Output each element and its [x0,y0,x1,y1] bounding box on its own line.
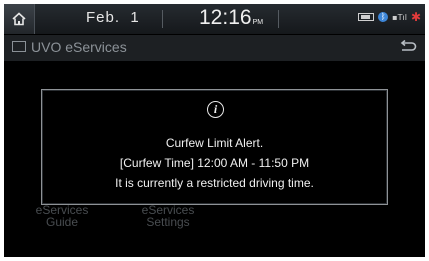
home-button[interactable] [4,4,35,34]
back-button[interactable] [399,39,417,59]
home-icon [12,12,26,26]
popup-title: Curfew Limit Alert. [165,136,264,150]
battery-icon [358,13,375,21]
status-bar: Feb. 1 12:16PM ᛒ ▪Tıl ✱ [4,4,425,34]
status-icons: ᛒ ▪Tıl ✱ [358,10,421,24]
signal-icon: ▪Tıl [392,12,407,22]
info-icon: i [207,101,224,118]
uvo-logo-icon [12,41,26,52]
back-arrow-icon [400,39,417,51]
bluetooth-icon: ᛒ [378,12,389,22]
head-unit-screen: Feb. 1 12:16PM ᛒ ▪Tıl ✱ UVO eServices eS… [4,4,425,257]
clock-ampm: PM [252,19,264,26]
curfew-alert-popup[interactable]: i Curfew Limit Alert. [Curfew Time] 12:0… [41,89,388,205]
page-title: UVO eServices [31,39,127,55]
title-bar: UVO eServices [4,35,425,61]
clock-time: 12:16 [199,6,252,29]
status-separator [162,10,163,28]
alert-icon: ✱ [410,10,421,24]
status-separator [278,10,279,28]
clock: 12:16PM [199,6,263,30]
popup-message: It is currently a restricted driving tim… [115,176,314,190]
date-label: Feb. 1 [86,9,140,26]
popup-curfew-time: [Curfew Time] 12:00 AM - 11:50 PM [119,156,310,170]
